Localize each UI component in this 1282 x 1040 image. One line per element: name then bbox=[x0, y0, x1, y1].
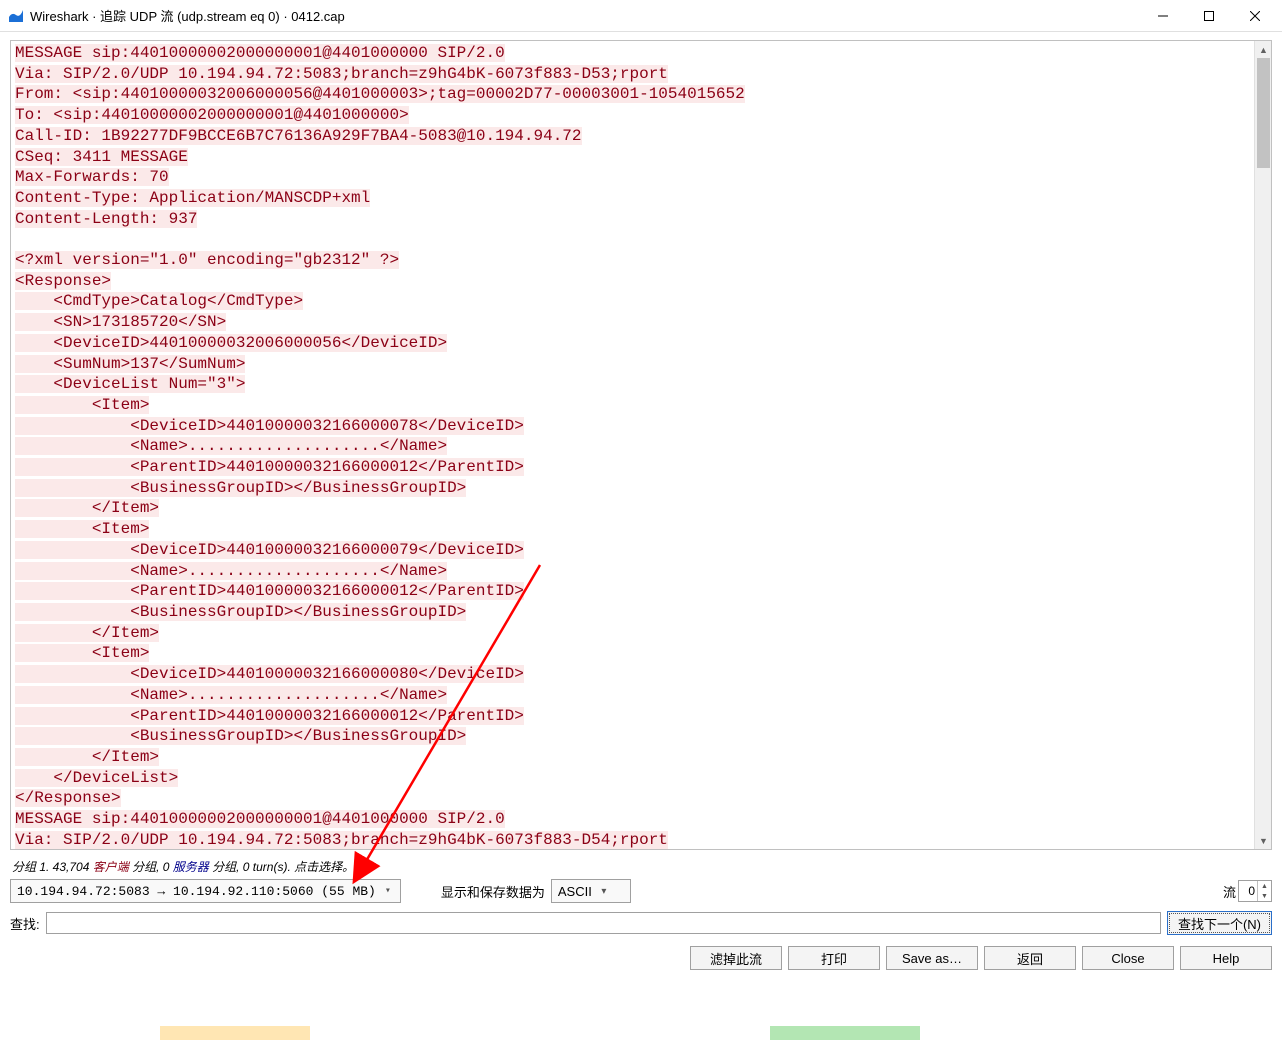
find-row: 查找: 查找下一个(N) bbox=[10, 910, 1272, 936]
status-line: 分组 1. 43,704 客户端 分组, 0 服务器 分组, 0 turn(s)… bbox=[12, 858, 354, 875]
endpoints-row: 10.194.94.72:5083 → 10.194.92.110:5060 (… bbox=[10, 878, 1272, 904]
status-server-word: 服务器 bbox=[173, 860, 209, 874]
stream-label: 流 bbox=[1223, 882, 1236, 901]
scroll-up-icon[interactable]: ▲ bbox=[1255, 41, 1272, 58]
find-next-label: 查找下一个(N) bbox=[1178, 914, 1261, 933]
find-next-button[interactable]: 查找下一个(N) bbox=[1167, 911, 1272, 935]
stream-value-input[interactable] bbox=[1239, 881, 1257, 901]
endpoints-combo-text: 10.194.94.72:5083 → 10.194.92.110:5060 (… bbox=[17, 884, 376, 899]
save-as-button[interactable]: Save as… bbox=[886, 946, 978, 970]
maximize-button[interactable] bbox=[1186, 0, 1232, 32]
display-as-combo[interactable]: ASCII ▾ bbox=[551, 879, 631, 903]
status-prefix: 分组 1. 43,704 bbox=[12, 860, 93, 874]
display-as-label: 显示和保存数据为 bbox=[441, 882, 545, 901]
endpoints-combo[interactable]: 10.194.94.72:5083 → 10.194.92.110:5060 (… bbox=[10, 879, 401, 903]
scroll-down-icon[interactable]: ▼ bbox=[1255, 832, 1272, 849]
help-button[interactable]: Help bbox=[1180, 946, 1272, 970]
save-as-label: Save as… bbox=[902, 951, 962, 966]
display-as-value: ASCII bbox=[558, 884, 592, 899]
close-label: Close bbox=[1111, 951, 1144, 966]
minimize-button[interactable] bbox=[1140, 0, 1186, 32]
back-label: 返回 bbox=[1017, 949, 1043, 968]
close-window-button[interactable] bbox=[1232, 0, 1278, 32]
status-suffix: 分组, 0 turn(s). 点击选择。 bbox=[209, 860, 354, 874]
stream-content-frame: MESSAGE sip:44010000002000000001@4401000… bbox=[10, 40, 1272, 850]
filter-out-stream-button[interactable]: 滤掉此流 bbox=[690, 946, 782, 970]
status-mid: 分组, 0 bbox=[129, 860, 173, 874]
vertical-scrollbar[interactable]: ▲ ▼ bbox=[1254, 41, 1271, 849]
wireshark-icon bbox=[8, 8, 24, 24]
spin-up-icon[interactable]: ▲ bbox=[1258, 881, 1271, 891]
print-button[interactable]: 打印 bbox=[788, 946, 880, 970]
titlebar: Wireshark · 追踪 UDP 流 (udp.stream eq 0) ·… bbox=[0, 0, 1282, 32]
scroll-thumb[interactable] bbox=[1257, 58, 1270, 168]
status-client-word: 客户端 bbox=[93, 860, 129, 874]
background-window-peek bbox=[0, 1026, 1282, 1040]
back-button[interactable]: 返回 bbox=[984, 946, 1076, 970]
filter-out-label: 滤掉此流 bbox=[710, 949, 762, 968]
spin-down-icon[interactable]: ▼ bbox=[1258, 891, 1271, 901]
chevron-down-icon: ▾ bbox=[596, 886, 612, 897]
find-label: 查找: bbox=[10, 914, 40, 933]
dialog-buttons-row: 滤掉此流 打印 Save as… 返回 Close Help bbox=[690, 946, 1272, 974]
window-title: Wireshark · 追踪 UDP 流 (udp.stream eq 0) ·… bbox=[30, 6, 345, 25]
print-label: 打印 bbox=[821, 949, 847, 968]
find-input[interactable] bbox=[46, 912, 1161, 934]
stream-spinbox[interactable]: ▲ ▼ bbox=[1238, 880, 1272, 902]
close-button[interactable]: Close bbox=[1082, 946, 1174, 970]
help-label: Help bbox=[1213, 951, 1240, 966]
chevron-down-icon: ▾ bbox=[380, 885, 396, 897]
stream-text[interactable]: MESSAGE sip:44010000002000000001@4401000… bbox=[11, 41, 1254, 849]
